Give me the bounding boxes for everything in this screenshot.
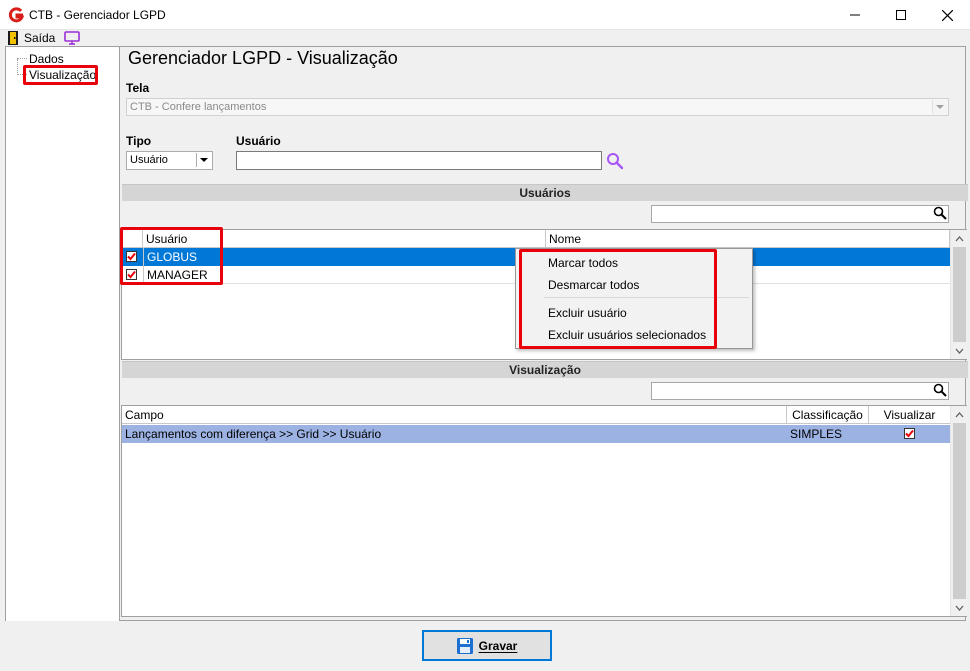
maximize-button[interactable]: [878, 0, 924, 30]
minimize-icon: [850, 14, 860, 16]
column-header-nome[interactable]: Nome: [546, 230, 950, 248]
tipo-select-value: Usuário: [130, 154, 168, 166]
search-icon[interactable]: [933, 383, 947, 397]
cell-usuario: MANAGER: [143, 266, 546, 284]
checkmark-icon: [127, 252, 136, 261]
tree-connector: [17, 74, 27, 75]
usuarios-filter-input[interactable]: [651, 205, 949, 223]
usuarios-grid-header: Usuário Nome: [122, 230, 950, 248]
usuario-input[interactable]: [236, 151, 602, 170]
scrollbar-thumb[interactable]: [953, 423, 966, 599]
save-button[interactable]: Gravar: [422, 630, 552, 661]
row-checkbox[interactable]: [126, 251, 137, 262]
visualizacao-grid-scrollbar[interactable]: [950, 406, 967, 616]
column-header-usuario[interactable]: Usuário: [143, 230, 546, 248]
menu-item-marcar-todos[interactable]: Marcar todos: [548, 256, 618, 270]
visualizar-checkbox[interactable]: [904, 428, 915, 439]
close-icon: [941, 9, 953, 21]
navigation-tree: Dados Visualização: [5, 46, 120, 621]
tree-connector: [17, 58, 27, 59]
visualizacao-filter-input[interactable]: [651, 382, 949, 400]
scroll-up-icon[interactable]: [951, 406, 968, 423]
menu-item-excluir-usuario[interactable]: Excluir usuário: [548, 306, 627, 320]
search-icon[interactable]: [933, 206, 947, 220]
maximize-icon: [896, 10, 906, 20]
scrollbar-thumb[interactable]: [953, 247, 966, 342]
scroll-down-icon[interactable]: [951, 599, 968, 616]
cell-usuario: GLOBUS: [143, 248, 546, 266]
save-label-rest: ravar: [487, 638, 518, 653]
exit-menu-item[interactable]: Saída: [24, 31, 55, 45]
monitor-icon[interactable]: [63, 30, 81, 46]
search-icon[interactable]: [606, 152, 624, 170]
save-button-label: Gravar: [479, 639, 518, 653]
checkmark-icon: [127, 270, 136, 279]
tree-item-visualizacao[interactable]: Visualização: [29, 68, 96, 82]
tela-select[interactable]: CTB - Confere lançamentos: [126, 98, 949, 116]
page-title: Gerenciador LGPD - Visualização: [128, 48, 398, 68]
tree-connector: [17, 59, 18, 75]
tela-label: Tela: [126, 81, 150, 95]
tipo-label: Tipo: [126, 134, 152, 148]
close-button[interactable]: [924, 0, 970, 30]
tree-item-dados[interactable]: Dados: [29, 52, 64, 66]
scroll-down-icon[interactable]: [951, 342, 968, 359]
usuarios-section-header: Usuários: [122, 184, 968, 201]
menu-item-excluir-selecionados[interactable]: Excluir usuários selecionados: [548, 328, 706, 342]
menu-item-desmarcar-todos[interactable]: Desmarcar todos: [548, 278, 639, 292]
save-label-accesskey: G: [478, 638, 488, 653]
menu-bar: Saída: [0, 30, 970, 46]
menu-separator: [544, 297, 749, 298]
title-bar: CTB - Gerenciador LGPD: [0, 0, 970, 30]
column-header-classificacao[interactable]: Classificação: [787, 406, 869, 424]
column-header-campo[interactable]: Campo: [122, 406, 787, 424]
visualizacao-section-header: Visualização: [122, 361, 968, 378]
tela-select-value: CTB - Confere lançamentos: [130, 101, 267, 113]
usuarios-grid-scrollbar[interactable]: [950, 230, 967, 359]
window-title: CTB - Gerenciador LGPD: [29, 8, 166, 22]
checkmark-icon: [905, 429, 914, 438]
usuario-label: Usuário: [236, 134, 281, 148]
checkbox-column-header: [122, 230, 143, 248]
row-checkbox[interactable]: [126, 269, 137, 280]
exit-door-icon[interactable]: [8, 31, 18, 45]
cell-campo: Lançamentos com diferença >> Grid >> Usu…: [125, 427, 382, 441]
visualizacao-grid: Campo Classificação Visualizar Lançament…: [121, 405, 967, 617]
app-logo-icon: [8, 7, 24, 23]
floppy-disk-icon: [456, 637, 473, 654]
visualizacao-grid-header: Campo Classificação Visualizar: [122, 406, 950, 424]
minimize-button[interactable]: [832, 0, 878, 30]
chevron-down-icon: [196, 153, 211, 167]
chevron-down-icon: [932, 100, 947, 114]
scroll-up-icon[interactable]: [951, 230, 968, 247]
column-header-visualizar[interactable]: Visualizar: [869, 406, 950, 424]
table-row[interactable]: Lançamentos com diferença >> Grid >> Usu…: [122, 425, 950, 443]
tipo-select[interactable]: Usuário: [126, 151, 213, 170]
cell-classificacao: SIMPLES: [790, 427, 843, 441]
context-menu: Marcar todos Desmarcar todos Excluir usu…: [515, 248, 753, 349]
